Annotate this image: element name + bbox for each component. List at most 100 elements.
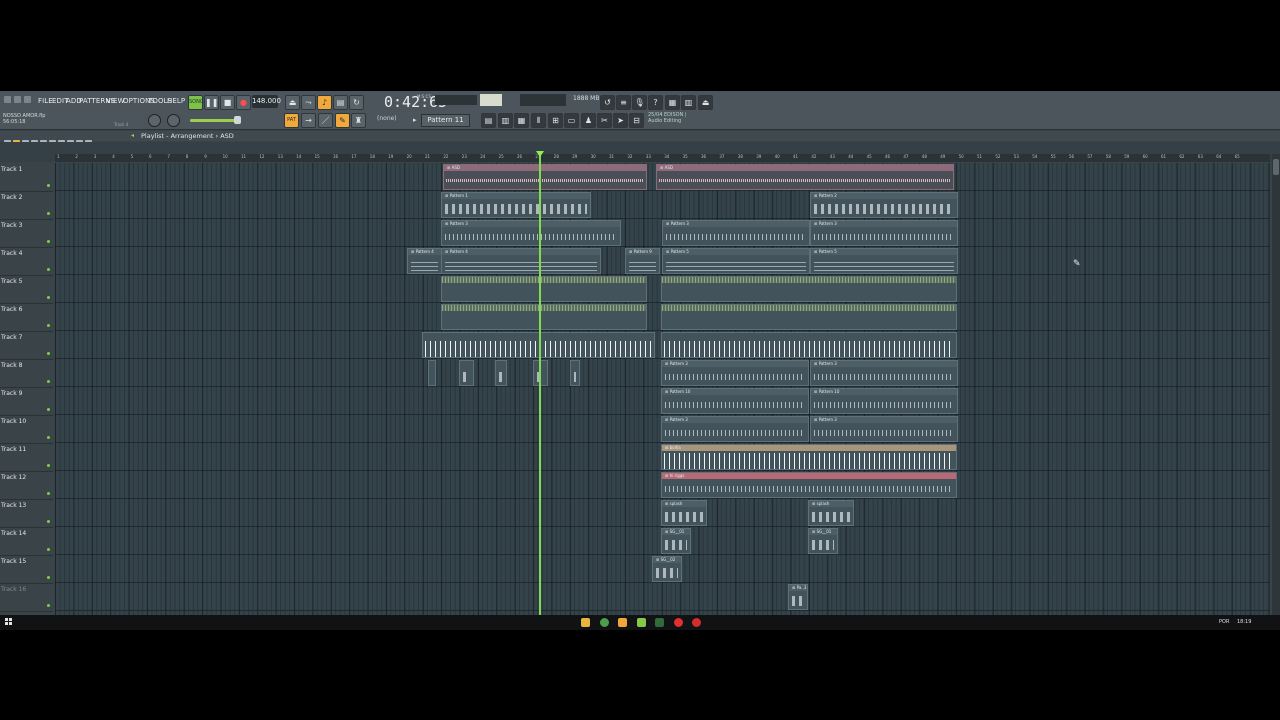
microphone-icon[interactable]: 🎙 [632, 95, 647, 110]
playlist-clip[interactable]: ⊞ Pattern 3 [810, 416, 958, 442]
language-indicator[interactable]: POR [1219, 619, 1229, 625]
playlist-clip[interactable]: ⊞ ASD [656, 164, 954, 190]
track-header[interactable]: Track 13 [0, 499, 53, 528]
tempo-display[interactable]: 148.000 [252, 95, 281, 108]
mixer-view-icon[interactable]: ⫴ [531, 113, 546, 128]
master-volume-slider[interactable] [190, 119, 238, 122]
playlist-clip[interactable]: ⊞ Pattern 3 [661, 360, 809, 386]
blend-notes-icon[interactable]: ♪ [317, 95, 332, 110]
playlist-clip[interactable]: ⊞ splash [808, 500, 854, 526]
track-header[interactable]: Track 12 [0, 471, 53, 500]
song-mode-toggle[interactable]: SONG [188, 95, 204, 110]
timeline-ruler[interactable]: 1 2 3 4 5 6 7 8 9 10 11 12 13 14 15 16 17 18 19 20 21 22 23 24 2… [55, 154, 1270, 162]
metronome-icon[interactable]: ⏏ [285, 95, 300, 110]
playlist-clip[interactable]: ⊞ Pattern 3 [441, 220, 621, 246]
track-mute-led[interactable] [47, 184, 50, 187]
playlist-clip[interactable]: ⊞ Pattern 3 [661, 416, 809, 442]
menu-view[interactable]: VIEW [106, 97, 125, 105]
playhead-marker[interactable] [536, 151, 544, 157]
playlist-clip[interactable]: ⊞ Pattern 9 [625, 248, 660, 274]
playlist-clip[interactable]: ⊞ Pattern 2 [810, 192, 958, 218]
playlist-clip[interactable]: ⊞ Pa..3 [788, 584, 808, 610]
record-icon[interactable]: ● [236, 95, 251, 110]
master-volume-knob[interactable] [167, 114, 180, 127]
edison-icon[interactable]: ⊟ [629, 113, 644, 128]
track-mute-led[interactable] [47, 464, 50, 467]
arrow-left-icon[interactable]: ◂ [131, 132, 134, 139]
playlist-clip[interactable]: ⊞ Pattern 3 [810, 360, 958, 386]
arrow-icon[interactable]: → [301, 113, 316, 128]
track-mute-led[interactable] [47, 520, 50, 523]
minimize-icon[interactable] [4, 96, 11, 103]
playlist-clip[interactable]: ⊞ SG__01 [808, 528, 838, 554]
file-icon[interactable]: ▭ [564, 113, 579, 128]
track-mute-led[interactable] [47, 492, 50, 495]
explorer-icon[interactable] [581, 618, 590, 627]
snap-selector[interactable]: (none) [377, 115, 397, 122]
track-header[interactable]: Track 3 [0, 219, 53, 248]
playlist-clip[interactable] [661, 276, 957, 302]
menu-file[interactable]: FILE [38, 97, 53, 105]
track-mute-led[interactable] [47, 324, 50, 327]
help-icon[interactable]: ? [648, 95, 663, 110]
track-header[interactable]: Track 14 [0, 527, 53, 556]
playlist-clip[interactable]: ⊞ bolha [661, 444, 957, 470]
vertical-scrollbar[interactable] [1272, 154, 1280, 615]
pick-icon[interactable]: ➤ [613, 113, 628, 128]
pattern-prev-icon[interactable]: ▸ [413, 116, 417, 124]
channel-rack-icon[interactable]: ▦ [514, 113, 529, 128]
countdown-icon[interactable]: ⤳ [301, 95, 316, 110]
playlist-clip[interactable] [441, 304, 647, 330]
track-header[interactable]: Track 5 [0, 275, 53, 304]
master-pitch-knob[interactable] [148, 114, 161, 127]
chrome-icon[interactable] [600, 618, 609, 627]
track-mute-led[interactable] [47, 548, 50, 551]
stop-icon[interactable]: ■ [220, 95, 235, 110]
menu-help[interactable]: HELP [167, 97, 185, 105]
playhead[interactable] [539, 151, 541, 615]
record-app-icon[interactable] [674, 618, 683, 627]
playlist-clip[interactable] [661, 304, 957, 330]
pattern-song-icon[interactable]: PAT [284, 113, 299, 128]
track-mute-led[interactable] [47, 408, 50, 411]
app2-icon[interactable] [655, 618, 664, 627]
scrollbar-thumb[interactable] [1273, 159, 1279, 175]
track-mute-led[interactable] [47, 380, 50, 383]
piano-icon[interactable]: ▥ [681, 95, 696, 110]
playlist-clip[interactable]: ⊞ Pattern 4 [407, 248, 442, 274]
plugin-picker-icon[interactable]: ♟ [581, 113, 596, 128]
playlist-clip[interactable]: ⊞ Pattern 3 [810, 220, 958, 246]
playlist-clip[interactable] [495, 360, 507, 386]
track-header[interactable]: Track 9 [0, 387, 53, 416]
track-mute-led[interactable] [47, 240, 50, 243]
track-header[interactable]: Track 1 [0, 163, 53, 192]
playlist-grid[interactable]: ⊞ ASD ⊞ ASD ⊞ Pattern 1 ⊞ Pattern 2 ⊞ Patter… [55, 163, 1270, 615]
windows-start-icon[interactable] [5, 618, 13, 626]
track-header[interactable]: Track 4 [0, 247, 53, 276]
tool-icon[interactable]: ✂ [597, 113, 612, 128]
slider-handle[interactable] [234, 116, 241, 124]
pencil-icon[interactable]: ✎ [335, 113, 350, 128]
track-header[interactable]: Track 2 [0, 191, 53, 220]
fl-studio-icon[interactable] [618, 618, 627, 627]
track-header[interactable]: Track 7 [0, 331, 53, 360]
line-icon[interactable]: ／ [318, 113, 333, 128]
stamp-icon[interactable]: ♜ [351, 113, 366, 128]
step-edit-icon[interactable]: ▤ [333, 95, 348, 110]
close-icon[interactable] [24, 96, 31, 103]
app-icon[interactable] [637, 618, 646, 627]
playlist-clip[interactable]: ⊞ Pattern 10 [661, 388, 809, 414]
loop-record-icon[interactable]: ↻ [349, 95, 364, 110]
track-header[interactable]: Track 10 [0, 415, 53, 444]
playlist-clip[interactable]: ⊞ ASD [443, 164, 647, 190]
playlist-clip[interactable]: ⊞ Pattern 5 [662, 248, 810, 274]
playlist-clip[interactable]: ⊞ Pattern 3 [662, 220, 810, 246]
playlist-clip[interactable] [459, 360, 474, 386]
playlist-clip[interactable] [441, 276, 647, 302]
playlist-clip[interactable] [428, 360, 436, 386]
undo-icon[interactable]: ↺ [600, 95, 615, 110]
track-mute-led[interactable] [47, 212, 50, 215]
playlist-clip[interactable]: ⊞ Pattern 10 [810, 388, 958, 414]
track-mute-led[interactable] [47, 436, 50, 439]
plugin-icon[interactable]: ⏏ [698, 95, 713, 110]
